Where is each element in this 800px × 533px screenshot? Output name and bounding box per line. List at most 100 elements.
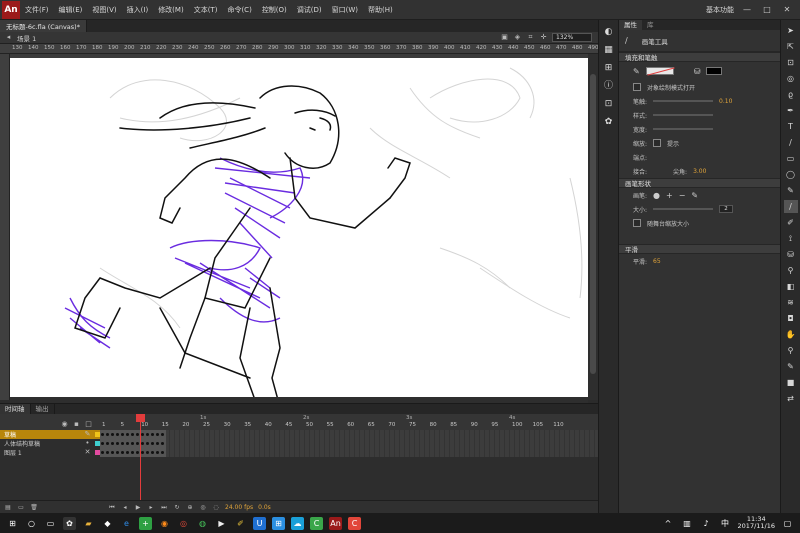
keyframe-dot[interactable] bbox=[111, 433, 114, 436]
keyframe-span[interactable] bbox=[100, 448, 166, 457]
green-app-icon[interactable]: + bbox=[139, 516, 152, 530]
scroll-thumb[interactable] bbox=[590, 74, 596, 374]
layer-name[interactable]: 人体结构草稿 bbox=[4, 439, 40, 448]
next-frame-icon[interactable]: ▸ bbox=[147, 504, 155, 512]
stroke-slider[interactable] bbox=[653, 100, 714, 102]
onion-outline-icon[interactable]: ◌ bbox=[212, 504, 220, 512]
menu-edit[interactable]: 编辑(E) bbox=[54, 5, 88, 15]
remove-shape-icon[interactable]: − bbox=[679, 191, 686, 200]
animate-taskbar-icon[interactable]: An bbox=[329, 516, 342, 530]
fan-app-icon[interactable]: ✿ bbox=[63, 516, 76, 530]
stroke-value[interactable]: 0.10 bbox=[719, 98, 732, 105]
pencil-icon[interactable]: ✎ bbox=[83, 430, 92, 439]
keyframe-dot[interactable] bbox=[101, 442, 104, 445]
section-smoothing[interactable]: 平滑 bbox=[619, 244, 780, 254]
keyframe-dot[interactable] bbox=[131, 451, 134, 454]
menu-view[interactable]: 视图(V) bbox=[87, 5, 121, 15]
keyframe-dot[interactable] bbox=[106, 451, 109, 454]
rectangle-tool-icon[interactable]: ▭ bbox=[784, 152, 798, 165]
keyframe-dot[interactable] bbox=[156, 451, 159, 454]
keyframe-span[interactable] bbox=[100, 439, 166, 448]
keyframe-dot[interactable] bbox=[146, 451, 149, 454]
search-icon[interactable]: ○ bbox=[25, 517, 38, 530]
start-icon[interactable]: ⊞ bbox=[6, 517, 19, 530]
menu-debug[interactable]: 调试(D) bbox=[292, 5, 327, 15]
transform-icon[interactable]: ⊡ bbox=[603, 98, 615, 110]
workspace-switcher[interactable]: 基本功能 bbox=[706, 5, 734, 15]
round-brush-icon[interactable]: ● bbox=[653, 191, 660, 200]
width-select[interactable] bbox=[653, 128, 714, 130]
size-field[interactable]: 2 bbox=[719, 205, 734, 213]
keyframe-dot[interactable] bbox=[106, 433, 109, 436]
menu-help[interactable]: 帮助(H) bbox=[363, 5, 398, 15]
menu-modify[interactable]: 修改(M) bbox=[153, 5, 189, 15]
line-tool-icon[interactable]: ∕ bbox=[784, 136, 798, 149]
keyframe-dot[interactable] bbox=[141, 442, 144, 445]
scale-with-stage-checkbox[interactable] bbox=[633, 219, 641, 227]
maximize-button[interactable]: □ bbox=[760, 4, 774, 16]
smoothing-value[interactable]: 65 bbox=[653, 258, 661, 265]
width-tool-icon[interactable]: ≋ bbox=[784, 296, 798, 309]
keyframe-dot[interactable] bbox=[111, 451, 114, 454]
zoom-select[interactable]: 132% bbox=[552, 33, 592, 42]
vertical-scrollbar[interactable] bbox=[588, 54, 598, 400]
subselection-tool-icon[interactable]: ⇱ bbox=[784, 40, 798, 53]
layer-row-draft[interactable]: 草稿 ✎ bbox=[0, 430, 598, 439]
keyframe-dot[interactable] bbox=[116, 451, 119, 454]
zoom-tool-icon[interactable]: ⚲ bbox=[784, 344, 798, 357]
align-icon[interactable]: ⊞ bbox=[603, 62, 615, 74]
selection-tool-icon[interactable]: ➤ bbox=[784, 24, 798, 37]
paint-bucket-icon[interactable]: ⛁ bbox=[784, 248, 798, 261]
minimize-button[interactable]: — bbox=[740, 4, 754, 16]
close-button[interactable]: ✕ bbox=[780, 4, 794, 16]
media-player-icon[interactable]: ▶ bbox=[215, 517, 228, 530]
fill-color-icon[interactable]: ■ bbox=[784, 376, 798, 389]
color-panel-icon[interactable]: ◐ bbox=[603, 26, 615, 38]
pencil-tool-icon[interactable]: ✎ bbox=[784, 184, 798, 197]
notifications-icon[interactable]: ▢ bbox=[781, 517, 794, 530]
u-app-icon[interactable]: U bbox=[253, 516, 266, 530]
keyframe-dot[interactable] bbox=[121, 442, 124, 445]
keyframe-dot[interactable] bbox=[146, 433, 149, 436]
menu-file[interactable]: 文件(F) bbox=[20, 5, 54, 15]
tab-properties[interactable]: 属性 bbox=[619, 20, 642, 30]
frame-ruler[interactable]: 1 5 10 15 20 25 30 35 40 45 50 55 60 65 70 75 80 85 90 95 10… bbox=[100, 414, 598, 430]
layer-frames[interactable] bbox=[100, 448, 598, 457]
keyframe-dot[interactable] bbox=[161, 451, 164, 454]
scene-breadcrumb[interactable]: 场景 1 bbox=[17, 33, 36, 43]
layer-frames[interactable] bbox=[100, 430, 598, 439]
keyframe-dot[interactable] bbox=[161, 442, 164, 445]
paint-brush-icon[interactable]: ✐ bbox=[784, 216, 798, 229]
keyframe-dot[interactable] bbox=[121, 433, 124, 436]
keyframe-dot[interactable] bbox=[151, 442, 154, 445]
menu-text[interactable]: 文本(T) bbox=[189, 5, 223, 15]
keyframe-dot[interactable] bbox=[101, 433, 104, 436]
store-icon[interactable]: ◆ bbox=[101, 517, 114, 530]
notes-icon[interactable]: ✐ bbox=[234, 517, 247, 530]
keyframe-dot[interactable] bbox=[151, 451, 154, 454]
info-icon[interactable]: ⓘ bbox=[603, 80, 615, 92]
text-tool-icon[interactable]: T bbox=[784, 120, 798, 133]
hint-checkbox[interactable] bbox=[653, 139, 662, 147]
file-explorer-icon[interactable]: ▰ bbox=[82, 517, 95, 530]
prev-frame-icon[interactable]: ◂ bbox=[121, 504, 129, 512]
edit-scene-icon[interactable]: ▣ bbox=[500, 33, 509, 42]
elapsed-time[interactable]: 0.0s bbox=[258, 504, 271, 511]
keyframe-dot[interactable] bbox=[116, 442, 119, 445]
system-clock[interactable]: 11:34 2017/11/16 bbox=[738, 516, 775, 530]
keyframe-dot[interactable] bbox=[116, 433, 119, 436]
center-stage-icon[interactable]: ✛ bbox=[539, 33, 548, 42]
swatches-icon[interactable]: ▦ bbox=[603, 44, 615, 56]
swap-colors-icon[interactable]: ⇄ bbox=[784, 392, 798, 405]
menu-insert[interactable]: 插入(I) bbox=[122, 5, 154, 15]
keyframe-dot[interactable] bbox=[136, 442, 139, 445]
task-view-icon[interactable]: ▭ bbox=[44, 517, 57, 530]
bone-tool-icon[interactable]: ⟟ bbox=[784, 232, 798, 245]
keyframe-dot[interactable] bbox=[126, 442, 129, 445]
camera-icon[interactable]: ◘ bbox=[784, 312, 798, 325]
last-frame-icon[interactable]: ⏭ bbox=[160, 504, 168, 512]
keyframe-dot[interactable] bbox=[151, 433, 154, 436]
wechat-icon[interactable]: ◍ bbox=[196, 517, 209, 530]
new-layer-icon[interactable]: ▤ bbox=[4, 504, 12, 512]
free-transform-icon[interactable]: ⊡ bbox=[784, 56, 798, 69]
